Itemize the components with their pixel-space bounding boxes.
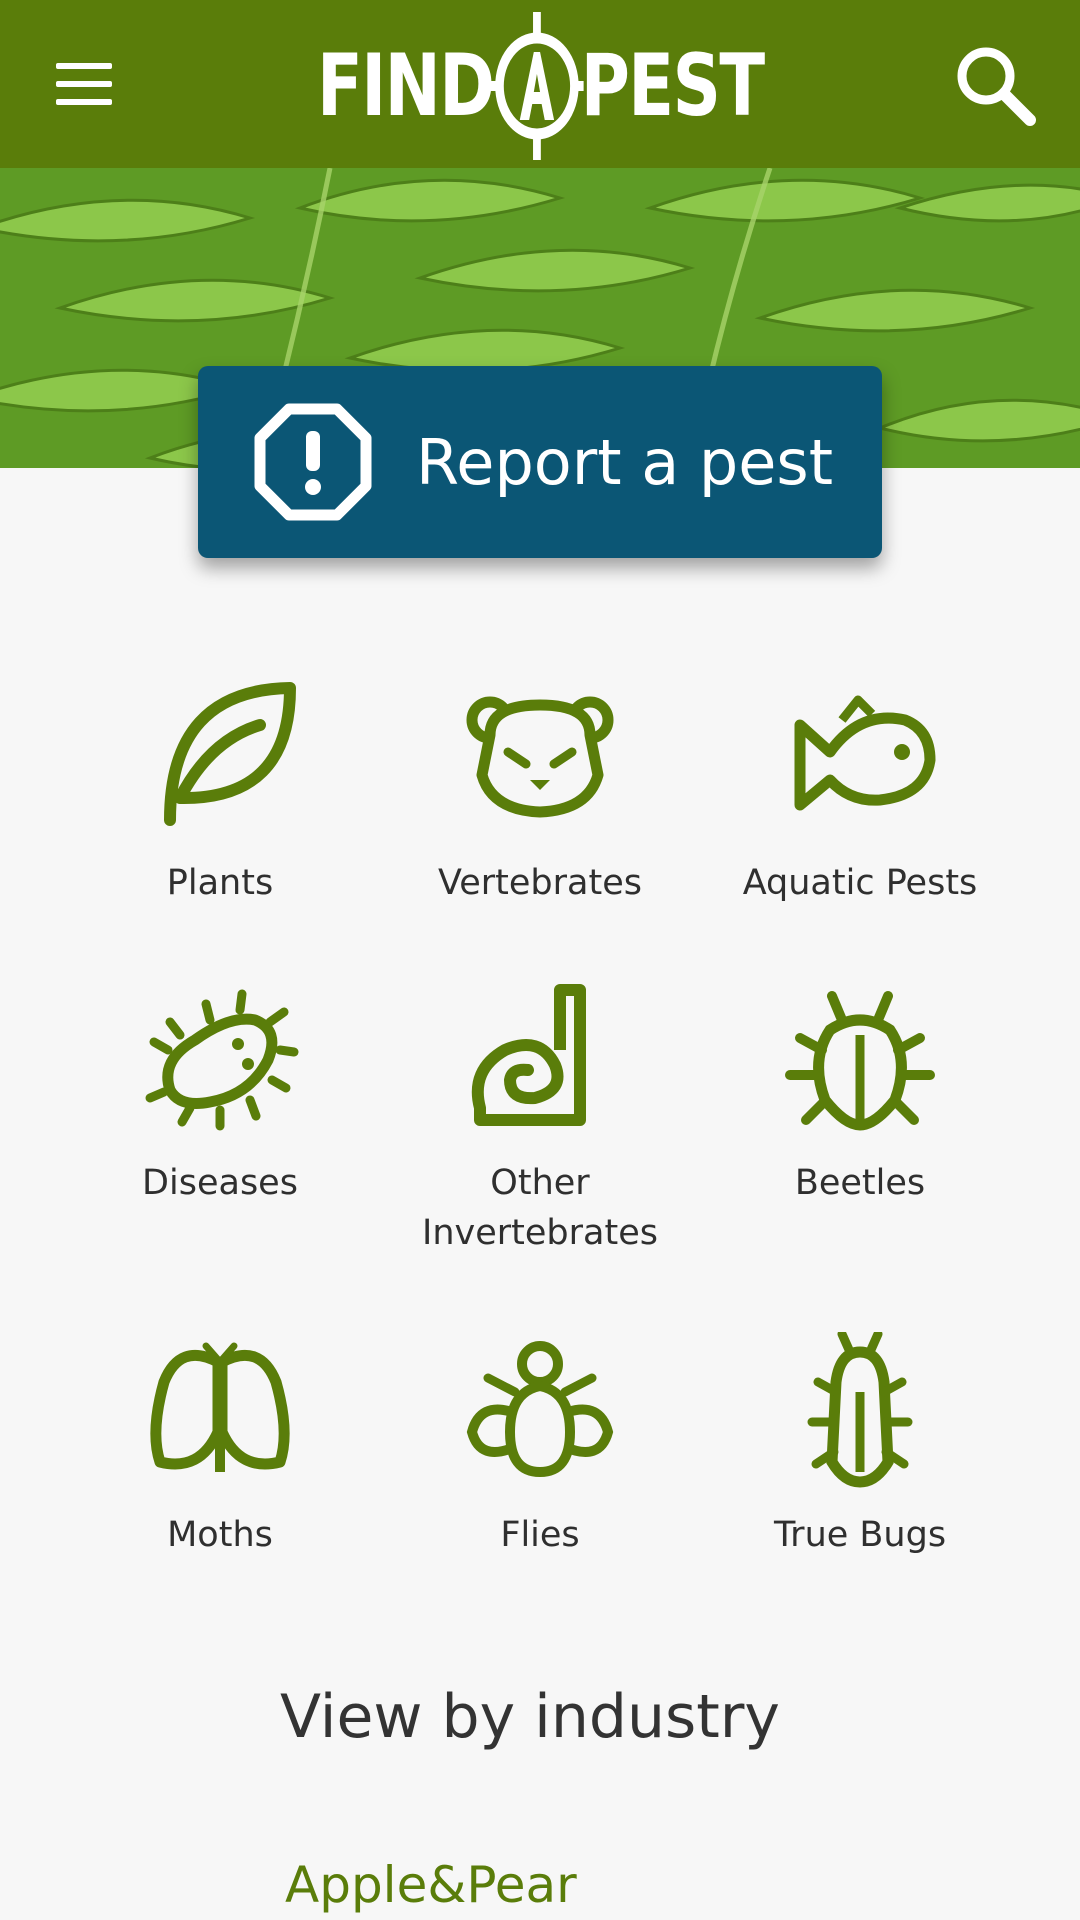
category-label: Other Invertebrates bbox=[422, 1163, 658, 1253]
category-true-bugs[interactable]: True Bugs bbox=[700, 1332, 1020, 1560]
fish-icon bbox=[794, 695, 936, 811]
category-label: Vertebrates bbox=[438, 863, 642, 903]
true-bug-icon bbox=[807, 1332, 913, 1488]
moth-icon bbox=[150, 1342, 290, 1472]
category-plants[interactable]: Plants bbox=[60, 680, 380, 908]
search-icon[interactable] bbox=[950, 40, 1040, 130]
industry-section-title: View by industry bbox=[280, 1682, 780, 1752]
alert-octagon-icon bbox=[254, 403, 372, 521]
beetle-icon bbox=[785, 991, 935, 1131]
category-label: Moths bbox=[167, 1515, 273, 1555]
category-beetles[interactable]: Beetles bbox=[700, 980, 1020, 1208]
crosshair-logo-icon bbox=[489, 12, 584, 160]
logo-text-left: FIND bbox=[316, 36, 495, 136]
category-vertebrates[interactable]: Vertebrates bbox=[380, 680, 700, 908]
category-label: True Bugs bbox=[773, 1515, 947, 1555]
category-moths[interactable]: Moths bbox=[60, 1332, 380, 1560]
category-diseases[interactable]: Diseases bbox=[60, 980, 380, 1208]
category-label: Beetles bbox=[794, 1163, 926, 1203]
category-flies[interactable]: Flies bbox=[380, 1332, 700, 1560]
fly-icon bbox=[466, 1341, 614, 1478]
bacteria-icon bbox=[145, 989, 299, 1131]
category-label: Plants bbox=[166, 863, 274, 903]
industry-link-apple-pear[interactable]: Apple&Pear bbox=[285, 1856, 577, 1914]
find-a-pest-logo[interactable]: FIND PEST bbox=[290, 12, 790, 160]
report-pest-label: Report a pest bbox=[416, 425, 834, 499]
leaf-icon bbox=[164, 682, 296, 826]
report-pest-button[interactable]: Report a pest bbox=[198, 366, 882, 558]
category-label: Aquatic Pests bbox=[742, 863, 978, 903]
app-header: FIND PEST bbox=[0, 0, 1080, 168]
animal-face-icon bbox=[466, 696, 614, 818]
category-label: Flies bbox=[500, 1515, 580, 1555]
snail-icon bbox=[471, 984, 586, 1126]
category-label: Diseases bbox=[142, 1163, 298, 1203]
category-aquatic-pests[interactable]: Aquatic Pests bbox=[700, 680, 1020, 908]
menu-icon[interactable] bbox=[40, 50, 128, 118]
category-other-invertebrates[interactable]: Other Invertebrates bbox=[380, 980, 700, 1258]
logo-text-right: PEST bbox=[580, 36, 764, 136]
